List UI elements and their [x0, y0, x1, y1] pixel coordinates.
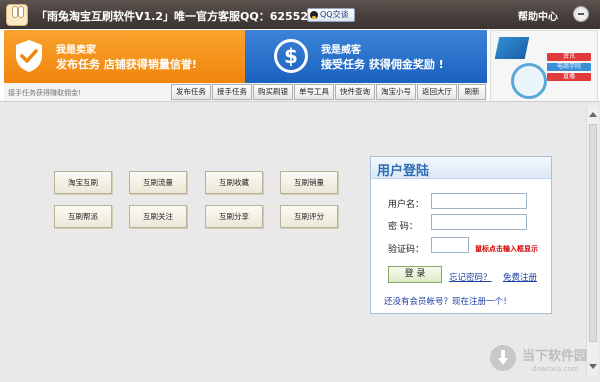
buyer-banner[interactable]: $ 我是威客 接受任务 获得佣金奖励 ! — [245, 30, 487, 83]
qq-penguin-icon — [310, 11, 318, 19]
toolbar-tracking-tool-button[interactable]: 单号工具 — [294, 84, 334, 100]
func-follow-button[interactable]: 互刷关注 — [129, 205, 187, 228]
dollar-icon: $ — [274, 39, 308, 73]
buyer-title: 我是威客 — [321, 45, 361, 56]
ad-circle-icon — [511, 63, 547, 99]
register-prompt-link[interactable]: 还没有会员帐号？现在注册一个！ — [384, 295, 512, 307]
func-sales-button[interactable]: 互刷销量 — [280, 171, 338, 194]
free-register-link[interactable]: 免费注册 — [503, 271, 537, 283]
shield-check-icon — [16, 40, 42, 72]
password-label: 密 码： — [388, 222, 418, 232]
site-watermark: 当下软件园 downxia.com — [490, 343, 594, 379]
captcha-hint: 鼠标点击输入框显示 — [475, 245, 538, 253]
func-traffic-button[interactable]: 互刷流量 — [129, 171, 187, 194]
captcha-input[interactable] — [431, 237, 469, 253]
window-title: 「雨兔淘宝互刷软件V1.2」唯一官方客服QQ：625528169 — [36, 10, 339, 23]
buyer-subtitle: 接受任务 获得佣金奖励 ! — [321, 58, 444, 71]
ad-label-live: 直播 — [547, 73, 591, 81]
toolbar-taobao-account-button[interactable]: 淘宝小号 — [376, 84, 416, 100]
func-rating-button[interactable]: 互刷评分 — [280, 205, 338, 228]
qq-chat-label: QQ交谈 — [320, 10, 349, 19]
func-share-button[interactable]: 互刷分享 — [205, 205, 263, 228]
scroll-thumb[interactable] — [589, 124, 597, 342]
download-arrow-icon — [490, 345, 516, 371]
side-advertisement[interactable]: 资讯 电商学院 直播 — [490, 30, 598, 102]
rabbit-logo-icon — [6, 4, 28, 26]
round-close-icon[interactable] — [573, 6, 589, 22]
func-favorites-button[interactable]: 互刷收藏 — [205, 171, 263, 194]
title-bar: 「雨兔淘宝互刷软件V1.2」唯一官方客服QQ：625528169 QQ交谈 帮助… — [0, 0, 600, 29]
func-group-button[interactable]: 互刷帮派 — [54, 205, 112, 228]
toolbar-express-query-button[interactable]: 快件查询 — [335, 84, 375, 100]
func-taobao-swap-button[interactable]: 淘宝互刷 — [54, 171, 112, 194]
toolbar-hint: 接手任务获得赚取佣金! — [8, 89, 81, 97]
help-center-link[interactable]: 帮助中心 — [518, 8, 558, 23]
watermark-text: 当下软件园 — [522, 349, 588, 364]
main-content: 淘宝互刷 互刷流量 互刷收藏 互刷销量 互刷帮派 互刷关注 互刷分享 互刷评分 … — [0, 101, 600, 382]
promo-banner: 我是卖家 发布任务 店铺获得销量信誉! $ 我是威客 接受任务 获得佣金奖励 !… — [0, 29, 600, 102]
toolbar-accept-task-button[interactable]: 接手任务 — [212, 84, 252, 100]
seller-title: 我是卖家 — [56, 45, 96, 56]
username-input[interactable] — [431, 193, 527, 209]
watermark-url: downxia.com — [532, 365, 579, 373]
password-input[interactable] — [431, 214, 527, 230]
ad-label-news: 资讯 — [547, 53, 591, 61]
ad-label-academy: 电商学院 — [547, 63, 591, 71]
login-panel: 用户登陆 用户名： 密 码： 验证码： 鼠标点击输入框显示 登 录 忘记密码？ … — [370, 156, 552, 314]
ad-graphic-icon — [494, 37, 530, 59]
login-button[interactable]: 登 录 — [388, 266, 442, 283]
toolbar: 接手任务获得赚取佣金! 发布任务 接手任务 购买刷银 单号工具 快件查询 淘宝小… — [4, 83, 487, 101]
qq-chat-button[interactable]: QQ交谈 — [307, 8, 355, 22]
vertical-scrollbar[interactable] — [586, 106, 598, 376]
seller-subtitle: 发布任务 店铺获得销量信誉! — [56, 58, 197, 71]
forgot-password-link[interactable]: 忘记密码？ — [449, 271, 492, 283]
login-title: 用户登陆 — [377, 164, 430, 179]
toolbar-refresh-button[interactable]: 刷新 — [458, 84, 486, 100]
username-label: 用户名： — [388, 200, 425, 210]
seller-banner[interactable]: 我是卖家 发布任务 店铺获得销量信誉! — [4, 30, 245, 83]
toolbar-return-lobby-button[interactable]: 返回大厅 — [417, 84, 457, 100]
captcha-label: 验证码： — [388, 245, 425, 255]
toolbar-publish-task-button[interactable]: 发布任务 — [171, 84, 211, 100]
scroll-up-arrow-icon[interactable] — [589, 112, 597, 117]
toolbar-buy-silver-button[interactable]: 购买刷银 — [253, 84, 293, 100]
login-header: 用户登陆 — [371, 157, 551, 179]
